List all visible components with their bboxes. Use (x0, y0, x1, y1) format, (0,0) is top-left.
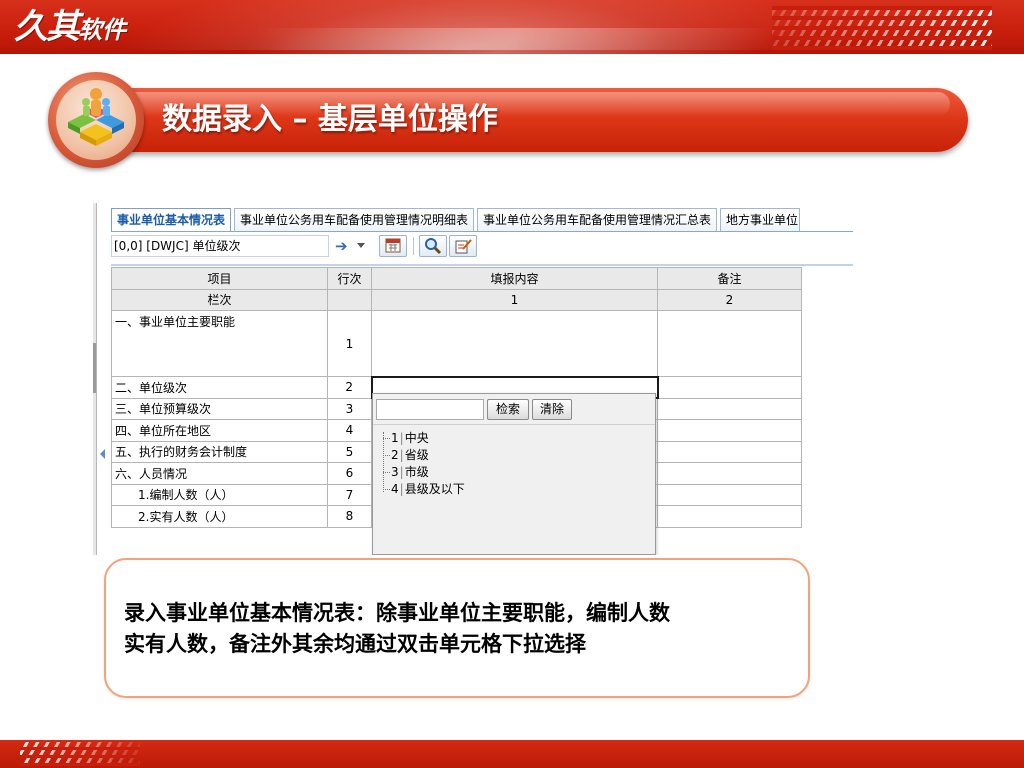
row-line: 6 (327, 462, 372, 485)
row-remark-cell[interactable] (657, 419, 802, 442)
header-line: 行次 (327, 267, 372, 290)
option-code: 4 (391, 482, 399, 496)
row-item: 三、单位预算级次 (111, 397, 328, 420)
tree-option-county[interactable]: 4|县级及以下 (381, 481, 641, 498)
banner-hatch-gaps (772, 6, 992, 50)
calendar-button[interactable] (379, 235, 407, 257)
tab-vehicle-summary[interactable]: 事业单位公务用车配备使用管理情况汇总表 (477, 208, 718, 232)
cell-address-field[interactable]: [0,0] [DWJC] 单位级次 (111, 235, 329, 257)
bottom-hatch-gaps (20, 742, 140, 766)
row-line: 4 (327, 419, 372, 442)
row-line: 7 (327, 483, 372, 506)
tab-vehicle-detail[interactable]: 事业单位公务用车配备使用管理情况明细表 (234, 208, 475, 232)
tab-underline (111, 231, 853, 232)
tree-option-province[interactable]: 2|省级 (381, 447, 641, 464)
row-remark-cell[interactable] (657, 505, 802, 528)
subheader-line (327, 288, 372, 311)
bottom-banner (0, 740, 1024, 768)
toolbar-bottom-line (111, 264, 853, 266)
row-line: 8 (327, 505, 372, 528)
table-header-row: 项目 行次 填报内容 备注 (111, 267, 802, 290)
option-separator: | (399, 482, 404, 496)
table-subheader-row: 栏次 1 2 (111, 288, 802, 311)
picker-search-input[interactable] (376, 399, 484, 420)
picker-divider (373, 424, 655, 425)
edit-icon (455, 239, 472, 254)
picker-clear-button[interactable]: 清除 (532, 399, 572, 420)
picker-search-button[interactable]: 检索 (487, 399, 529, 420)
option-separator: | (399, 465, 404, 479)
option-label: 中央 (404, 431, 429, 445)
logo-main: 久其 (14, 7, 80, 47)
row-remark-cell[interactable] (657, 483, 802, 506)
option-code: 1 (391, 431, 399, 445)
brand-logo: 久其软件 (14, 2, 126, 52)
row-item: 一、事业单位主要职能 (111, 310, 328, 377)
header-content: 填报内容 (371, 267, 658, 290)
page-title: 数据录入 – 基层单位操作 (162, 102, 498, 137)
row-item: 四、单位所在地区 (111, 419, 328, 442)
option-code: 3 (391, 465, 399, 479)
row-item: 五、执行的财务会计制度 (111, 440, 328, 463)
row-line: 2 (327, 376, 372, 399)
row-content-cell[interactable] (371, 310, 658, 377)
instruction-callout: 录入事业单位基本情况表：除事业单位主要职能，编制人数 实有人数，备注外其余均通过… (104, 558, 810, 698)
subheader-content: 1 (371, 288, 658, 311)
tree-option-central[interactable]: 1|中央 (381, 430, 641, 447)
subheader-column-index: 栏次 (111, 288, 328, 311)
report-tabs: 事业单位基本情况表 事业单位公务用车配备使用管理情况明细表 事业单位公务用车配备… (111, 208, 801, 232)
instruction-line-1: 录入事业单位基本情况表：除事业单位主要职能，编制人数 (124, 601, 670, 625)
arrow-right-icon: ➔ (335, 237, 348, 255)
option-label: 县级及以下 (404, 482, 465, 496)
row-remark-cell[interactable] (657, 397, 802, 420)
option-separator: | (399, 431, 404, 445)
row-line: 3 (327, 397, 372, 420)
toolbar-separator (413, 237, 414, 255)
tab-basic-info[interactable]: 事业单位基本情况表 (111, 208, 232, 232)
top-banner: 久其软件 (0, 0, 1024, 54)
option-label: 市级 (404, 465, 429, 479)
title-emblem (48, 72, 144, 168)
find-button[interactable] (419, 235, 447, 257)
level-picker-dropdown: 检索 清除 1|中央 2|省级 3|市级 4|县级及以下 (372, 393, 656, 555)
toolbar: [0,0] [DWJC] 单位级次 ➔ (111, 234, 853, 260)
row-item: 六、人员情况 (111, 462, 328, 485)
option-separator: | (399, 448, 404, 462)
table-row: 一、事业单位主要职能 1 (111, 310, 802, 377)
people-blocks-icon (68, 88, 124, 146)
instruction-line-2: 实有人数，备注外其余均通过双击单元格下拉选择 (124, 632, 586, 656)
row-remark-cell[interactable] (657, 440, 802, 463)
option-label: 省级 (404, 448, 429, 462)
header-remark: 备注 (657, 267, 802, 290)
row-item: 2.实有人数（人） (111, 505, 328, 528)
collapse-left-icon[interactable] (100, 449, 105, 459)
row-remark-cell[interactable] (657, 310, 802, 377)
tree-option-city[interactable]: 3|市级 (381, 464, 641, 481)
row-item: 二、单位级次 (111, 376, 328, 399)
level-option-tree: 1|中央 2|省级 3|市级 4|县级及以下 (381, 430, 641, 498)
row-line: 5 (327, 440, 372, 463)
tab-local-units[interactable]: 地方事业单位 (720, 208, 801, 232)
option-code: 2 (391, 448, 399, 462)
jump-button[interactable]: ➔ (329, 235, 373, 257)
instruction-text: 录入事业单位基本情况表：除事业单位主要职能，编制人数 实有人数，备注外其余均通过… (124, 598, 800, 660)
logo-sub: 软件 (78, 15, 126, 44)
row-line: 1 (327, 310, 372, 377)
subheader-remark: 2 (657, 288, 802, 311)
report-app-window: 事业单位基本情况表 事业单位公务用车配备使用管理情况明细表 事业单位公务用车配备… (93, 203, 853, 555)
calendar-icon (385, 238, 401, 253)
splitter-grip[interactable] (93, 343, 96, 393)
row-item: 1.编制人数（人） (111, 483, 328, 506)
edit-button[interactable] (449, 235, 477, 257)
row-remark-cell[interactable] (657, 462, 802, 485)
dropdown-caret-icon[interactable] (357, 243, 365, 248)
header-item: 项目 (111, 267, 328, 290)
row-remark-cell[interactable] (657, 376, 802, 399)
magnifier-icon (425, 238, 442, 255)
splitter-panel[interactable] (93, 203, 97, 555)
banner-shine (240, 28, 780, 54)
